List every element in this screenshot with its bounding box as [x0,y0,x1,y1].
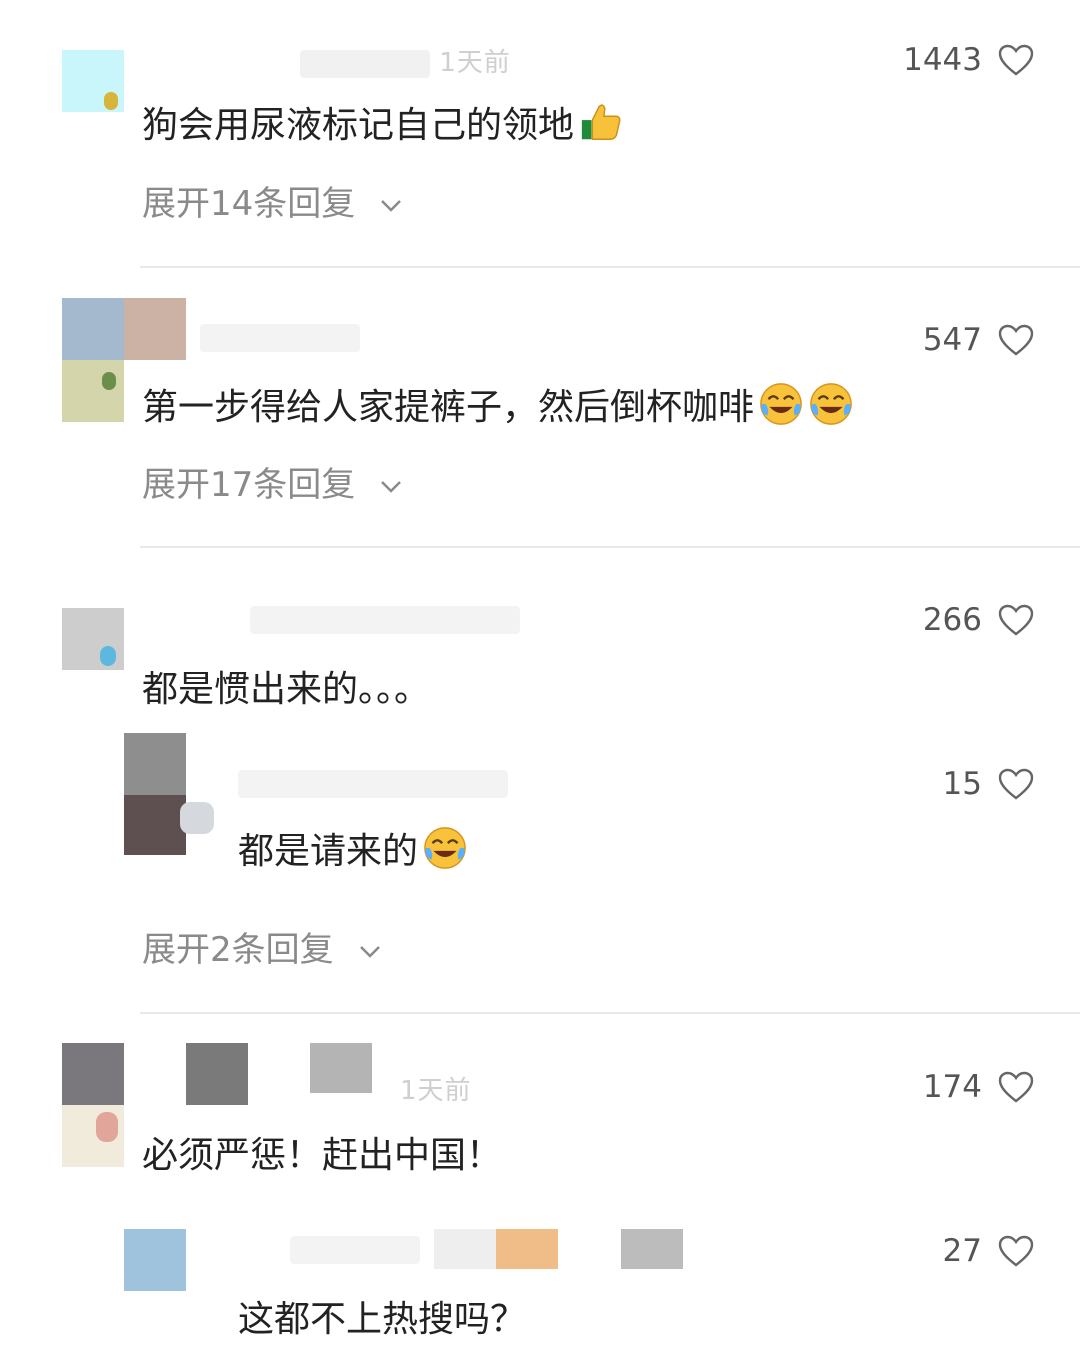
avatar-overlay [62,360,124,422]
like-count: 1443 [903,42,982,78]
avatar[interactable] [62,298,124,360]
chevron-down-icon [381,480,402,493]
avatar[interactable] [124,1229,186,1291]
comment-meta: 1天前 [400,1076,472,1106]
avatar-badge [96,1112,118,1142]
comment-text[interactable]: 第一步得给人家提裤子，然后倒杯咖啡 [142,378,854,430]
comment-text-body: 必须严惩！赶出中国！ [142,1135,503,1176]
heart-outline-icon [998,604,1034,636]
comment-text[interactable]: 这都不上热搜吗？ [238,1290,526,1342]
comment-text[interactable]: 都是请来的 [238,822,468,874]
like-button[interactable]: 15 [943,764,1034,804]
heart-outline-icon [998,1071,1034,1103]
avatar[interactable] [62,1043,124,1105]
comment-text-body: 这都不上热搜吗？ [238,1299,527,1340]
laugh-cry-emoji-icon [424,827,466,869]
comment-meta [250,606,520,641]
divider [140,266,1080,268]
comment-meta [200,324,360,359]
like-button[interactable]: 266 [923,600,1034,640]
blurred-name [434,1229,496,1269]
like-count: 27 [942,1233,982,1269]
like-button[interactable]: 1443 [903,40,1034,80]
avatar-badge [100,646,116,666]
comment-meta: 1天前 [300,42,511,79]
comment-text-body: 第一步得给人家提裤子，然后倒杯咖啡 [142,387,755,428]
expand-replies-button[interactable]: 展开2条回复 [142,922,382,971]
avatar[interactable] [124,733,186,795]
like-button[interactable]: 27 [943,1231,1034,1271]
heart-outline-icon [998,324,1034,356]
comment-text[interactable]: 必须严惩！赶出中国！ [142,1126,502,1178]
avatar-badge [102,372,116,390]
blurred-name [310,1043,372,1093]
comment-text-body: 狗会用尿液标记自己的领地 [142,105,575,146]
chevron-down-icon [359,945,380,958]
blurred-name [621,1229,683,1269]
comment-text-body: 都是惯出来的。。。 [142,669,431,710]
blurred-name [186,1043,248,1105]
divider [140,546,1080,548]
like-button[interactable]: 547 [923,320,1034,360]
comment-text[interactable]: 狗会用尿液标记自己的领地 [142,96,624,148]
like-count: 15 [942,766,982,802]
heart-outline-icon [998,768,1034,800]
heart-outline-icon [998,44,1034,76]
thumbs-up-emoji-icon [581,104,621,140]
comment-meta [238,770,508,805]
expand-replies-button[interactable]: 展开14条回复 [142,176,403,225]
divider [140,1012,1080,1014]
heart-outline-icon [998,1235,1034,1267]
comment-text[interactable]: 都是惯出来的。。。 [142,660,430,712]
avatar-badge [180,802,214,834]
like-count: 266 [922,602,982,638]
expand-replies-button[interactable]: 展开17条回复 [142,457,403,506]
blurred-name [496,1229,558,1269]
like-count: 547 [922,322,982,358]
chevron-down-icon [381,199,402,212]
comment-text-body: 都是请来的 [238,831,419,872]
like-button[interactable]: 174 [923,1067,1034,1107]
like-count: 174 [922,1069,982,1105]
avatar-badge [104,92,118,110]
avatar-overlay [124,298,186,360]
avatar-overlay [124,795,186,855]
laugh-cry-emoji-icon [760,383,802,425]
laugh-cry-emoji-icon [810,383,852,425]
comment-meta [290,1236,420,1271]
